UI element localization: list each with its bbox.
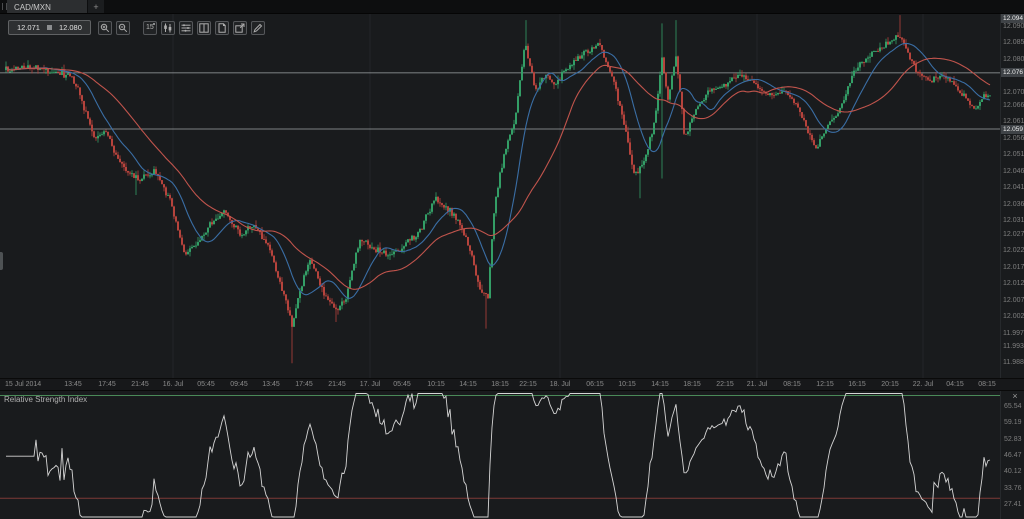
price-tick: 12.051 <box>1003 151 1024 159</box>
dropdown-caret-icon <box>153 23 155 25</box>
rsi-tick: 52.83 <box>1004 436 1022 444</box>
zoom-out-button[interactable] <box>116 21 130 35</box>
time-tick: 05:45 <box>197 381 215 388</box>
time-tick: 05:45 <box>393 381 411 388</box>
price-marker: 12.076 <box>1001 68 1024 77</box>
price-tick: 12.017 <box>1003 264 1024 272</box>
price-tick: 12.007 <box>1003 297 1024 305</box>
time-tick: 10:15 <box>427 381 445 388</box>
price-tick: 12.056 <box>1003 135 1024 143</box>
buy-button[interactable]: 12.080 <box>56 22 85 33</box>
price-axis[interactable]: 12.09012.08512.08012.07012.06612.06112.0… <box>1000 13 1024 378</box>
time-tick: 21. Jul <box>747 381 768 388</box>
snapshot-page-icon <box>217 23 227 33</box>
side-panel-handle[interactable] <box>0 252 3 270</box>
price-tick: 12.085 <box>1003 39 1024 47</box>
pencil-icon <box>253 23 263 33</box>
time-tick: 08:15 <box>978 381 996 388</box>
tab-cadmxn[interactable]: CAD/MXN <box>7 0 87 13</box>
time-tick: 09:45 <box>230 381 248 388</box>
time-tick: 22:15 <box>519 381 537 388</box>
time-tick: 17:45 <box>295 381 313 388</box>
rsi-tick: 33.76 <box>1004 485 1022 493</box>
time-tick: 06:15 <box>586 381 604 388</box>
zoom-in-icon <box>100 23 110 33</box>
popout-icon <box>235 23 245 33</box>
time-tick: 13:45 <box>64 381 82 388</box>
quote-panel: 12.071 12.080 <box>8 20 91 35</box>
time-tick: 12:15 <box>816 381 834 388</box>
candlestick-icon <box>163 23 173 33</box>
rsi-close-button[interactable]: × <box>1009 391 1021 401</box>
price-tick: 12.027 <box>1003 231 1024 239</box>
time-tick: 18. Jul <box>550 381 571 388</box>
time-tick: 13:45 <box>262 381 280 388</box>
draw-button[interactable] <box>251 21 265 35</box>
zoom-in-button[interactable] <box>98 21 112 35</box>
time-tick: 17:45 <box>98 381 116 388</box>
price-tick: 11.988 <box>1003 359 1024 367</box>
time-tick: 21:45 <box>131 381 149 388</box>
rsi-chart-canvas[interactable] <box>0 391 1000 519</box>
price-tick: 11.997 <box>1003 330 1024 338</box>
snapshot-button[interactable] <box>215 21 229 35</box>
time-tick: 18:15 <box>683 381 701 388</box>
price-tick: 11.993 <box>1003 343 1024 351</box>
zoom-out-icon <box>118 23 128 33</box>
chart-type-button[interactable] <box>161 21 175 35</box>
time-tick: 22. Jul <box>913 381 934 388</box>
price-tick: 12.090 <box>1003 23 1024 31</box>
time-tick: 16:15 <box>848 381 866 388</box>
price-tick: 12.041 <box>1003 184 1024 192</box>
trading-app-window: CAD/MXN + 12.071 12.080 15 <box>0 0 1024 519</box>
split-view-icon <box>199 23 209 33</box>
price-tick: 12.066 <box>1003 102 1024 110</box>
time-tick: 08:15 <box>783 381 801 388</box>
price-marker: 12.094 <box>1001 14 1024 23</box>
time-tick: 14:15 <box>459 381 477 388</box>
price-tick: 12.036 <box>1003 201 1024 209</box>
time-tick: 15 Jul 2014 <box>5 381 41 388</box>
indicators-sliders-icon <box>181 23 191 33</box>
price-tick: 12.080 <box>1003 56 1024 64</box>
rsi-axis[interactable]: 65.54 59.19 52.83 46.47 40.12 33.76 27.41 <box>1000 391 1024 519</box>
time-axis[interactable]: 15 Jul 2014 13:45 17:45 21:45 16. Jul 05:45 09… <box>0 378 1024 391</box>
timeframe-button[interactable]: 15 <box>143 21 157 35</box>
indicators-button[interactable] <box>179 21 193 35</box>
price-tick: 12.046 <box>1003 168 1024 176</box>
time-tick: 21:45 <box>328 381 346 388</box>
spread-indicator <box>47 25 52 30</box>
price-tick: 12.002 <box>1003 313 1024 321</box>
rsi-panel-title: Relative Strength Index <box>4 395 87 404</box>
rsi-tick: 65.54 <box>1004 403 1022 411</box>
time-tick: 22:15 <box>716 381 734 388</box>
rsi-tick: 40.12 <box>1004 468 1022 476</box>
price-marker: 12.059 <box>1001 125 1024 134</box>
time-tick: 04:15 <box>946 381 964 388</box>
time-tick: 17. Jul <box>360 381 381 388</box>
price-tick: 12.031 <box>1003 217 1024 225</box>
tab-bar: CAD/MXN + <box>0 0 1024 14</box>
time-tick: 18:15 <box>491 381 509 388</box>
sell-button[interactable]: 12.071 <box>14 22 43 33</box>
timeframe-label: 15 <box>146 24 154 31</box>
price-tick: 12.012 <box>1003 280 1024 288</box>
split-view-button[interactable] <box>197 21 211 35</box>
rsi-tick: 27.41 <box>1004 501 1022 509</box>
price-tick: 12.022 <box>1003 247 1024 255</box>
time-tick: 14:15 <box>651 381 669 388</box>
rsi-tick: 46.47 <box>1004 452 1022 460</box>
price-tick: 12.070 <box>1003 89 1024 97</box>
price-chart-canvas[interactable] <box>0 13 1000 378</box>
new-tab-button[interactable]: + <box>88 0 104 13</box>
rsi-tick: 59.19 <box>1004 419 1022 427</box>
chart-toolbar: 12.071 12.080 15 <box>8 20 269 35</box>
time-tick: 10:15 <box>618 381 636 388</box>
time-tick: 16. Jul <box>163 381 184 388</box>
popout-button[interactable] <box>233 21 247 35</box>
time-tick: 20:15 <box>881 381 899 388</box>
